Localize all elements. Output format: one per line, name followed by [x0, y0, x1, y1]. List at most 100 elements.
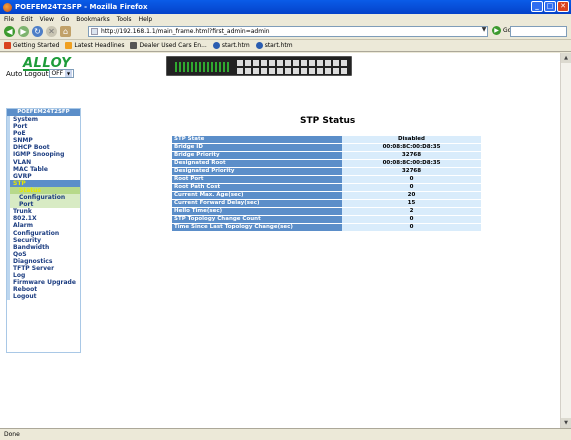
sidebar-subitem-stp-port[interactable]: Port — [7, 201, 80, 209]
sidebar-item-port[interactable]: Port — [7, 123, 80, 131]
row-label: STP State — [172, 136, 342, 143]
switch-leds — [175, 62, 230, 72]
menu-view[interactable]: View — [40, 16, 54, 23]
table-row: STP Topology Change Count 0 — [172, 216, 481, 223]
sidebar-item-alarm[interactable]: Alarm — [7, 222, 80, 230]
sidebar-item-gvrp[interactable]: GVRP — [7, 172, 80, 180]
row-value: 20 — [342, 192, 481, 199]
row-value: 0 — [342, 224, 481, 231]
menu-file[interactable]: File — [4, 16, 14, 23]
row-value: 0 — [342, 184, 481, 191]
sidebar-item-configuration[interactable]: Configuration — [7, 229, 80, 237]
table-row: Current Forward Delay(sec) 15 — [172, 200, 481, 207]
window-title: POEFEM24T2SFP - Mozilla Firefox — [15, 3, 148, 11]
row-label: Designated Root — [172, 160, 342, 167]
table-row: Current Max. Age(sec) 20 — [172, 192, 481, 199]
row-value: 15 — [342, 200, 481, 207]
table-row: Hello Time(sec) 2 — [172, 208, 481, 215]
go-icon: ▶ — [492, 26, 501, 35]
row-label: Current Max. Age(sec) — [172, 192, 342, 199]
switch-ports — [237, 60, 347, 74]
row-label: Root Path Cost — [172, 184, 342, 191]
sidebar-item-log[interactable]: Log — [7, 272, 80, 280]
row-value: 32768 — [342, 168, 481, 175]
bookmarks-toolbar: Getting Started Latest Headlines Dealer … — [0, 40, 571, 52]
bookmark-latest-headlines[interactable]: Latest Headlines — [65, 42, 124, 49]
sidebar-item-tftp-server[interactable]: TFTP Server — [7, 264, 80, 273]
page-content: ALLOY Auto Logout OFF ▼ POEFEM24T2SFP Sy… — [0, 53, 560, 428]
sidebar-subitem-stp-configuration[interactable]: Configuration — [7, 194, 80, 202]
status-bar: Done — [0, 428, 571, 440]
scroll-up-icon[interactable]: ▲ — [561, 53, 571, 63]
sidebar-item-trunk[interactable]: Trunk — [7, 208, 80, 216]
stop-icon[interactable]: ✕ — [46, 26, 57, 37]
bookmark-getting-started[interactable]: Getting Started — [4, 42, 59, 49]
maximize-button[interactable]: □ — [544, 1, 556, 12]
table-row: STP State Disabled — [172, 136, 481, 143]
browser-window: POEFEM24T2SFP - Mozilla Firefox _ □ ✕ Fi… — [0, 0, 571, 440]
menu-help[interactable]: Help — [139, 16, 153, 23]
reload-icon[interactable]: ↻ — [32, 26, 43, 37]
menu-edit[interactable]: Edit — [21, 16, 33, 23]
bookmark-start-2[interactable]: start.htm — [255, 42, 293, 49]
sidebar-item-system[interactable]: System — [7, 116, 80, 124]
go-button[interactable]: ▶ Go — [492, 26, 511, 35]
vertical-scrollbar[interactable]: ▲ ▼ — [560, 53, 571, 428]
table-row: Root Path Cost 0 — [172, 184, 481, 191]
rss-icon — [65, 42, 73, 49]
sidebar-item-vlan[interactable]: VLAN — [7, 158, 80, 166]
sidebar-item-logout[interactable]: Logout — [7, 293, 80, 301]
menu-tools[interactable]: Tools — [117, 16, 132, 23]
sidebar-item-firmware-upgrade[interactable]: Firmware Upgrade — [7, 279, 80, 287]
row-label: Current Forward Delay(sec) — [172, 200, 342, 207]
scroll-down-icon[interactable]: ▼ — [561, 418, 571, 428]
title-bar: POEFEM24T2SFP - Mozilla Firefox _ □ ✕ — [0, 0, 571, 14]
bookmark-icon — [4, 42, 11, 49]
auto-logout-select[interactable]: OFF ▼ — [49, 69, 75, 78]
table-row: Time Since Last Topology Change(sec) 0 — [172, 224, 481, 231]
menu-bookmarks[interactable]: Bookmarks — [76, 16, 110, 23]
forward-icon[interactable]: ▶ — [18, 26, 29, 37]
home-icon[interactable]: ⌂ — [60, 26, 71, 37]
sidebar-title: POEFEM24T2SFP — [7, 109, 80, 116]
address-bar[interactable]: http://192.168.1.1/main_frame.html?first… — [88, 26, 488, 37]
minimize-button[interactable]: _ — [531, 1, 543, 12]
sidebar-item-security[interactable]: Security — [7, 236, 80, 244]
sidebar-item-802-1x[interactable]: 802.1X — [7, 215, 80, 223]
bookmark-icon — [130, 42, 138, 49]
back-icon[interactable]: ◀ — [4, 26, 15, 37]
chevron-down-icon: ▼ — [65, 70, 73, 77]
sidebar-item-bandwidth[interactable]: Bandwidth — [7, 243, 80, 251]
bookmark-dealer-used-cars[interactable]: Dealer Used Cars En... — [130, 42, 207, 49]
sidebar-item-mac-table[interactable]: MAC Table — [7, 165, 80, 173]
row-label: Designated Priority — [172, 168, 342, 175]
table-row: Bridge Priority 32768 — [172, 152, 481, 159]
menu-bar: File Edit View Go Bookmarks Tools Help — [0, 14, 571, 24]
bookmark-start-1[interactable]: start.htm — [212, 42, 250, 49]
row-label: Bridge Priority — [172, 152, 342, 159]
sidebar-subitem-stp-status[interactable]: Status — [7, 186, 80, 195]
globe-icon — [212, 42, 220, 49]
row-value: 32768 — [342, 152, 481, 159]
auto-logout: Auto Logout OFF ▼ — [6, 69, 75, 78]
search-input[interactable] — [510, 26, 567, 37]
row-value: 0 — [342, 216, 481, 223]
table-row: Designated Root 00:08:8C:00:D8:35 — [172, 160, 481, 167]
row-value: 00:08:8C:00:D8:35 — [342, 160, 481, 167]
close-button[interactable]: ✕ — [557, 1, 569, 12]
sidebar-item-qos[interactable]: QoS — [7, 250, 80, 258]
table-row: Root Port 0 — [172, 176, 481, 183]
sidebar-item-stp[interactable]: STP — [7, 179, 80, 187]
sidebar-item-igmp-snooping[interactable]: IGMP Snooping — [7, 151, 80, 159]
menu-go[interactable]: Go — [61, 16, 69, 23]
sidebar-item-dhcp-boot[interactable]: DHCP Boot — [7, 144, 80, 152]
sidebar-item-reboot[interactable]: Reboot — [7, 286, 80, 294]
sidebar-item-snmp[interactable]: SNMP — [7, 137, 80, 145]
address-text: http://192.168.1.1/main_frame.html?first… — [101, 28, 270, 35]
switch-image — [166, 56, 352, 76]
stp-status-table: STP State Disabled Bridge ID 00:08:8C:00:D… — [172, 135, 481, 232]
sidebar-item-diagnostics[interactable]: Diagnostics — [7, 257, 80, 265]
sidebar-item-poe[interactable]: PoE — [7, 130, 80, 138]
address-dropdown-icon[interactable]: ▼ — [480, 26, 488, 35]
auto-logout-label: Auto Logout — [6, 69, 49, 78]
